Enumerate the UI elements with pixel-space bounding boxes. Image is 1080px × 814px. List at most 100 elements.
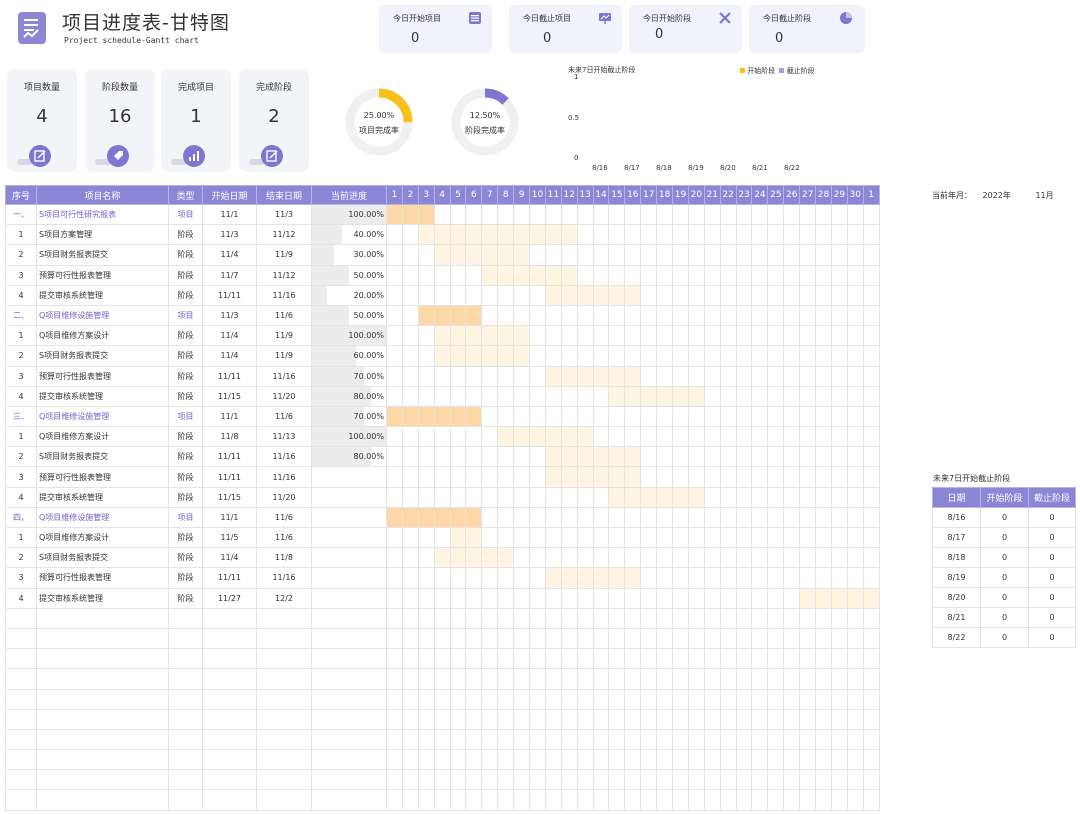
empty-cell — [36, 668, 169, 690]
day-cell — [672, 284, 689, 306]
row-type: 阶段 — [168, 526, 203, 549]
gantt-bar-cell — [401, 506, 419, 529]
day-cell — [449, 486, 467, 508]
empty-cell — [672, 728, 689, 751]
card-value: 0 — [775, 31, 784, 46]
day-cell — [386, 426, 403, 448]
gantt-bar-cell — [386, 506, 403, 529]
day-cell — [799, 325, 817, 347]
day-cell — [576, 224, 594, 246]
empty-cell — [687, 607, 705, 629]
day-cell — [529, 547, 546, 569]
row-name: 提交审核系统管理 — [36, 385, 169, 407]
gantt-bar-cell — [465, 405, 483, 428]
gantt-bar-cell — [544, 567, 562, 589]
row-index: 3 — [5, 466, 37, 488]
day-header: 5 — [449, 185, 467, 205]
donut-percent: 12.50% — [469, 111, 501, 120]
empty-cell — [36, 728, 169, 751]
day-cell — [401, 426, 419, 448]
day-cell — [513, 446, 531, 468]
empty-cell — [735, 728, 753, 751]
day-cell — [830, 466, 848, 488]
empty-cell — [386, 769, 403, 791]
empty-cell — [401, 627, 419, 650]
progress-text: 50.00% — [353, 270, 384, 280]
today-start-stage-card: 今日开始阶段 0 — [629, 5, 742, 53]
empty-cell — [815, 749, 832, 771]
day-cell — [529, 567, 546, 589]
day-cell — [544, 203, 562, 226]
day-cell — [799, 284, 817, 306]
day-cell — [846, 547, 864, 569]
empty-cell — [830, 789, 848, 811]
day-cell — [799, 224, 817, 246]
empty-cell — [465, 728, 483, 751]
empty-cell — [168, 607, 203, 629]
day-cell — [719, 244, 737, 266]
table-row: 3 预算可行性报表管理 阶段 11/11 11/16 70.00% — [5, 365, 880, 387]
empty-cell — [703, 769, 721, 791]
day-cell — [529, 506, 546, 529]
day-cell — [703, 466, 721, 488]
empty-cell — [433, 688, 451, 710]
day-cell — [401, 365, 419, 387]
row-type: 项目 — [168, 203, 203, 226]
empty-cell — [640, 789, 658, 811]
empty-cell — [481, 769, 499, 791]
day-cell — [719, 466, 737, 488]
row-progress: 20.00% — [311, 284, 387, 306]
row-name: Q项目维修设施管理 — [36, 506, 169, 529]
empty-cell — [656, 789, 674, 811]
empty-cell — [256, 749, 312, 771]
day-cell — [830, 365, 848, 387]
empty-cell — [846, 789, 864, 811]
empty-cell — [656, 627, 674, 650]
side-date: 8/21 — [932, 607, 981, 628]
stat-value: 4 — [36, 106, 48, 127]
header-start: 开始日期 — [202, 185, 257, 205]
gantt-bar-cell — [465, 526, 483, 549]
gantt-bar-cell — [513, 224, 531, 246]
row-start-date: 11/27 — [202, 587, 257, 609]
gantt-bar-cell — [465, 345, 483, 367]
day-cell — [846, 304, 864, 327]
empty-cell — [592, 789, 610, 811]
empty-cell — [735, 688, 753, 710]
empty-cell — [799, 688, 817, 710]
empty-cell — [497, 769, 515, 791]
row-end-date: 11/6 — [256, 506, 312, 529]
empty-cell — [576, 789, 594, 811]
day-cell — [497, 446, 515, 468]
day-cell — [608, 264, 626, 286]
day-cell — [846, 426, 864, 448]
day-cell — [640, 244, 658, 266]
empty-cell — [202, 789, 257, 811]
empty-cell — [417, 627, 435, 650]
x-tick: 8/20 — [720, 164, 736, 172]
empty-cell — [719, 728, 737, 751]
day-cell — [465, 426, 483, 448]
day-cell — [783, 345, 801, 367]
row-name: 提交审核系统管理 — [36, 284, 169, 306]
day-header: 3 — [417, 185, 435, 205]
gantt-bar-cell — [386, 203, 403, 226]
day-cell — [624, 325, 642, 347]
day-cell — [401, 567, 419, 589]
gantt-bar-cell — [544, 264, 562, 286]
row-progress: 60.00% — [311, 345, 387, 367]
day-header: 28 — [815, 185, 832, 205]
stat-label: 项目数量 — [23, 83, 60, 93]
day-cell — [815, 304, 832, 327]
day-cell — [846, 567, 864, 589]
empty-cell — [703, 708, 721, 730]
row-end-date: 11/6 — [256, 526, 312, 549]
gantt-bar-cell — [433, 325, 451, 347]
empty-cell — [862, 708, 880, 730]
gantt-bar-cell — [592, 466, 610, 488]
day-cell — [465, 385, 483, 407]
row-end-date: 11/6 — [256, 304, 312, 327]
day-cell — [687, 426, 705, 448]
day-cell — [799, 567, 817, 589]
empty-cell — [687, 749, 705, 771]
